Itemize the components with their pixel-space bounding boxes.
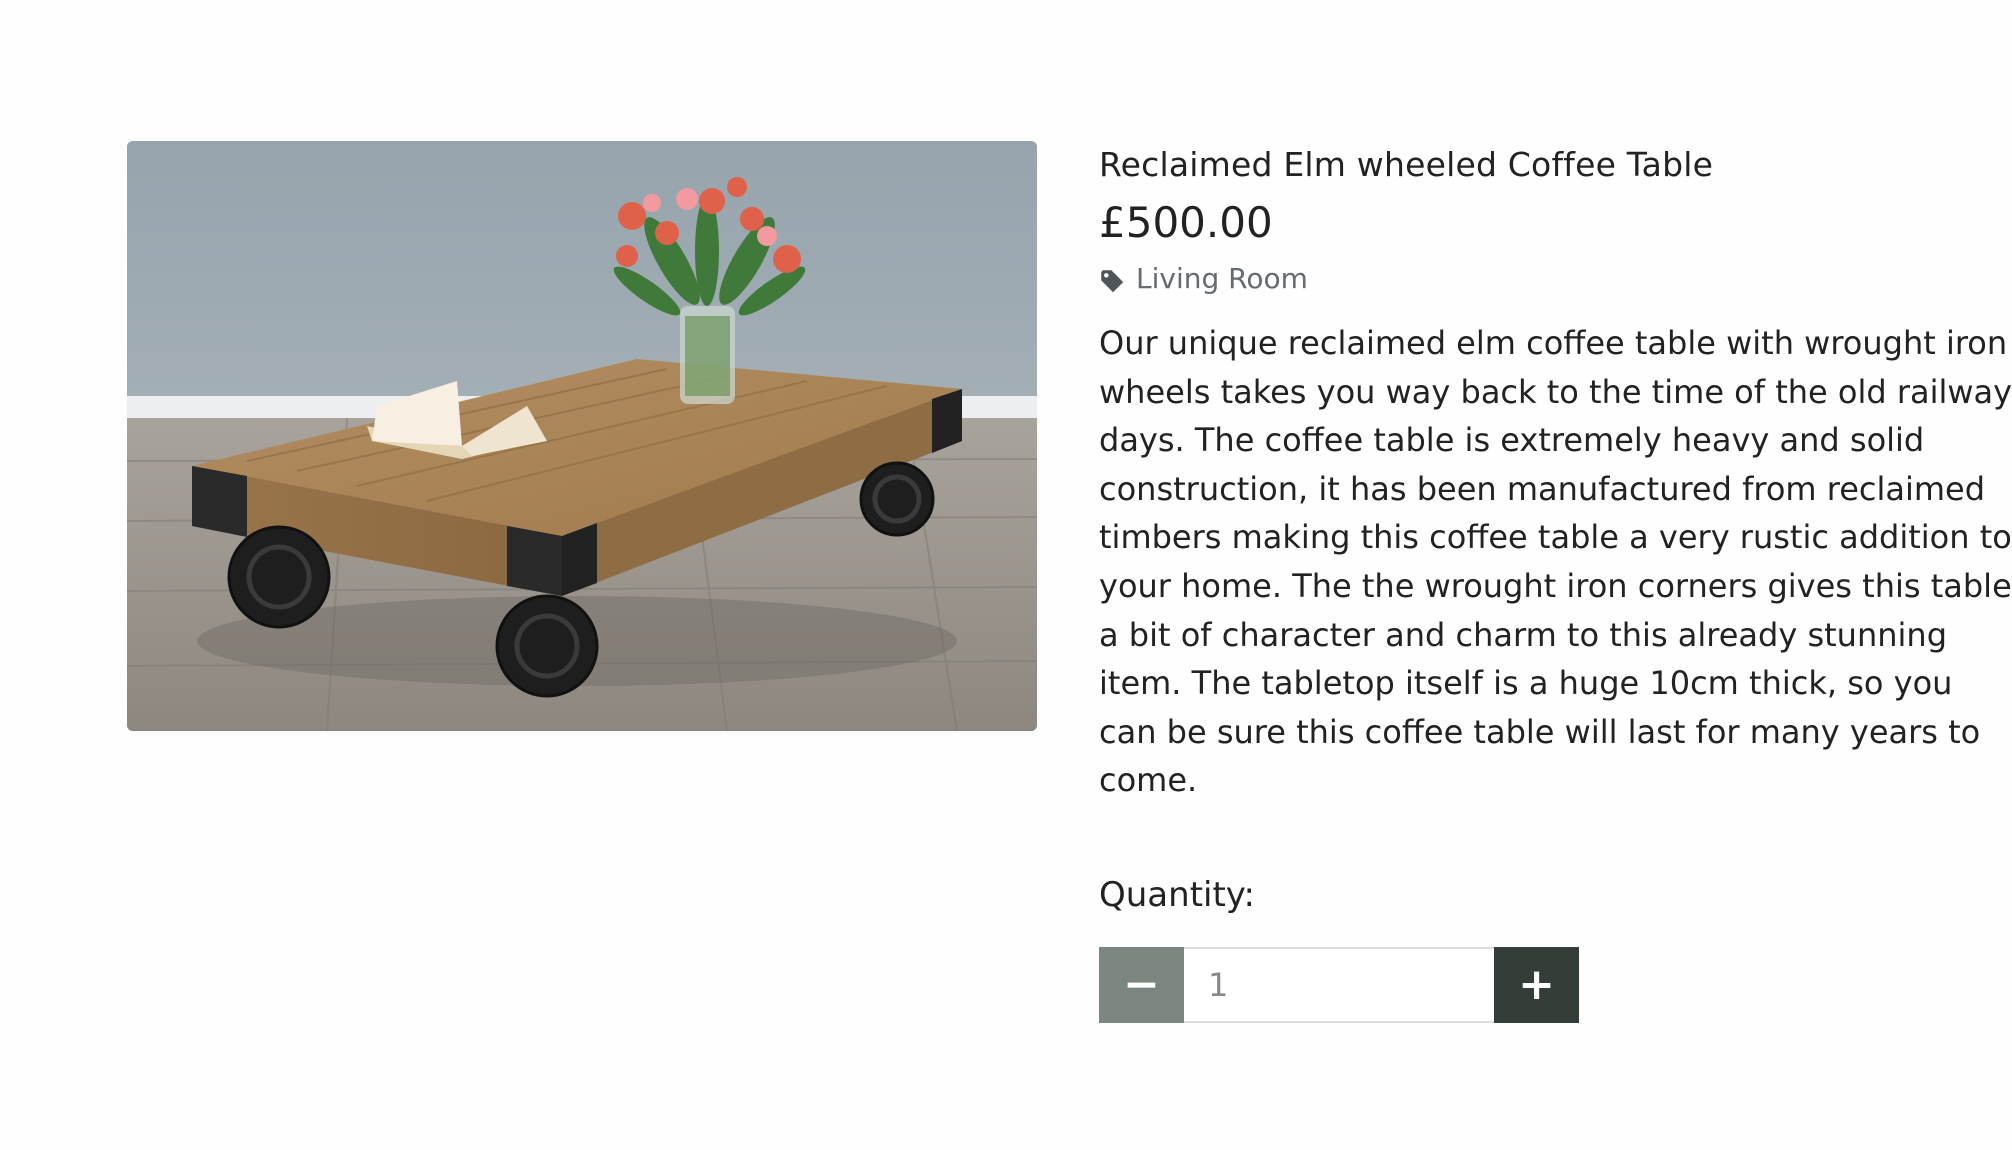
product-title: Reclaimed Elm wheeled Coffee Table	[1099, 145, 1714, 184]
product-category[interactable]: Living Room	[1099, 259, 1999, 299]
category-link[interactable]: Living Room	[1136, 259, 1308, 299]
decrease-quantity-button[interactable]: −	[1099, 946, 1184, 1023]
minus-icon: −	[1123, 959, 1160, 1011]
product-details: Reclaimed Elm wheeled Coffee Table £500.…	[1099, 141, 2012, 1023]
coffee-table-photo	[127, 141, 1037, 731]
product-description: Our unique reclaimed elm coffee table wi…	[1099, 324, 2012, 800]
quantity-label: Quantity:	[1099, 874, 1255, 915]
product-page: Reclaimed Elm wheeled Coffee Table £500.…	[0, 0, 2012, 1150]
quantity-stepper: − +	[1099, 946, 1999, 1023]
plus-icon: +	[1518, 959, 1555, 1011]
product-image[interactable]	[127, 141, 1037, 731]
quantity-input[interactable]	[1184, 946, 1494, 1023]
increase-quantity-button[interactable]: +	[1494, 946, 1579, 1023]
product-price: £500.00	[1099, 198, 1273, 247]
tag-icon	[1099, 266, 1126, 293]
